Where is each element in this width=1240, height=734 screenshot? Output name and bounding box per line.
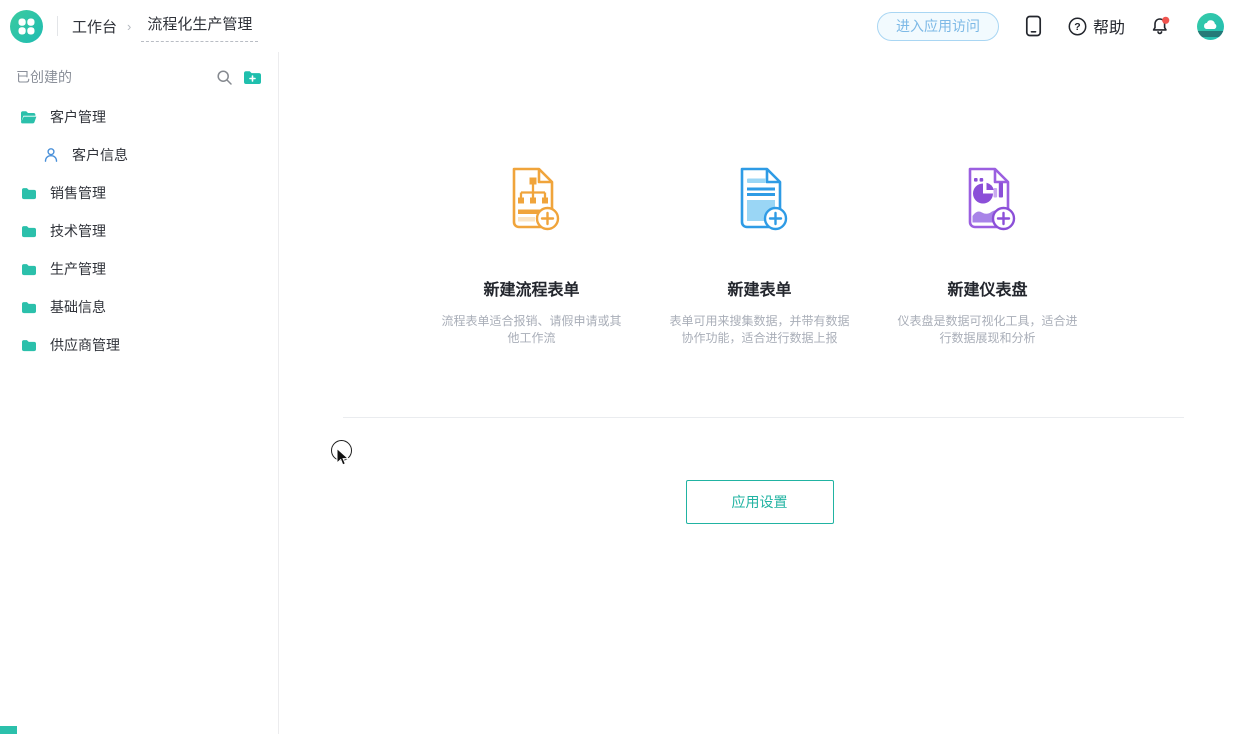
create-cards-row: 新建流程表单 流程表单适合报销、请假申请或其他工作流 新建表单 表单可用来搜集数…: [279, 166, 1240, 347]
enter-app-button[interactable]: 进入应用访问: [876, 11, 999, 41]
avatar[interactable]: [1197, 12, 1224, 40]
folder-open-icon: [20, 110, 37, 124]
main-content: 新建流程表单 流程表单适合报销、请假申请或其他工作流 新建表单 表单可用来搜集数…: [279, 52, 1240, 734]
folder-icon: [20, 187, 37, 200]
form-doc-icon: [646, 166, 874, 232]
folder-icon: [20, 339, 37, 352]
help-button[interactable]: ? 帮助: [1068, 14, 1125, 38]
sidebar-item-label: 供应商管理: [50, 337, 120, 353]
card-description: 仪表盘是数据可视化工具，适合进行数据展现和分析: [897, 314, 1078, 345]
sidebar-item-tech-management[interactable]: 技术管理: [0, 212, 278, 250]
folder-icon: [20, 225, 37, 238]
sidebar-item-supplier-management[interactable]: 供应商管理: [0, 326, 278, 364]
svg-text:?: ?: [1074, 21, 1080, 33]
create-dashboard-card[interactable]: 新建仪表盘 仪表盘是数据可视化工具，适合进行数据展现和分析: [874, 166, 1102, 347]
app-logo-icon[interactable]: [10, 9, 43, 43]
chevron-right-icon: ›: [127, 18, 132, 34]
sidebar-item-label: 客户信息: [72, 147, 128, 163]
create-form-card[interactable]: 新建表单 表单可用来搜集数据，并带有数据协作功能，适合进行数据上报: [646, 166, 874, 347]
folder-icon: [20, 301, 37, 314]
sidebar: 已创建的 客户管理 客户信息 销售管理 技术管理 生产管理 基础信息 供应商管理: [0, 52, 279, 734]
sidebar-item-sales-management[interactable]: 销售管理: [0, 174, 278, 212]
user-icon: [42, 147, 59, 163]
search-icon[interactable]: [216, 69, 233, 86]
notifications-bell-icon[interactable]: [1150, 16, 1172, 37]
flow-form-doc-icon: [418, 166, 646, 232]
app-settings-button[interactable]: 应用设置: [685, 480, 834, 524]
created-section-title: 已创建的: [16, 69, 72, 85]
question-circle-icon: ?: [1068, 17, 1087, 35]
sidebar-item-customer-info[interactable]: 客户信息: [0, 136, 278, 174]
sidebar-item-label: 销售管理: [50, 185, 106, 201]
card-description: 流程表单适合报销、请假申请或其他工作流: [441, 314, 622, 345]
sidebar-item-label: 技术管理: [50, 223, 106, 239]
breadcrumb-app-name[interactable]: 流程化生产管理: [141, 10, 259, 42]
sidebar-item-label: 客户管理: [50, 109, 106, 125]
avatar-role-band: [1197, 30, 1224, 37]
add-folder-icon[interactable]: [243, 70, 262, 85]
app-tree: 客户管理 客户信息 销售管理 技术管理 生产管理 基础信息 供应商管理: [0, 98, 278, 364]
sidebar-item-production-management[interactable]: 生产管理: [0, 250, 278, 288]
breadcrumb: 工作台 › 流程化生产管理: [72, 10, 259, 42]
header-divider: [57, 16, 58, 36]
section-divider: [343, 417, 1184, 418]
breadcrumb-workbench[interactable]: 工作台: [72, 16, 117, 37]
card-title: 新建表单: [727, 282, 792, 299]
folder-icon: [20, 263, 37, 276]
card-description: 表单可用来搜集数据，并带有数据协作功能，适合进行数据上报: [669, 314, 850, 345]
create-flow-form-card[interactable]: 新建流程表单 流程表单适合报销、请假申请或其他工作流: [418, 166, 646, 347]
sidebar-item-label: 基础信息: [50, 299, 106, 315]
corner-widget[interactable]: [0, 726, 17, 734]
notification-dot: [1162, 16, 1170, 24]
top-header: 工作台 › 流程化生产管理 进入应用访问 ? 帮助: [0, 0, 1240, 52]
card-title: 新建仪表盘: [947, 282, 1028, 299]
mobile-preview-icon[interactable]: [1024, 15, 1043, 37]
sidebar-item-label: 生产管理: [50, 261, 106, 277]
card-title: 新建流程表单: [483, 282, 580, 299]
help-label: 帮助: [1092, 20, 1125, 37]
sidebar-item-basic-info[interactable]: 基础信息: [0, 288, 278, 326]
sidebar-item-customer-management[interactable]: 客户管理: [0, 98, 278, 136]
dashboard-doc-icon: [874, 166, 1102, 232]
